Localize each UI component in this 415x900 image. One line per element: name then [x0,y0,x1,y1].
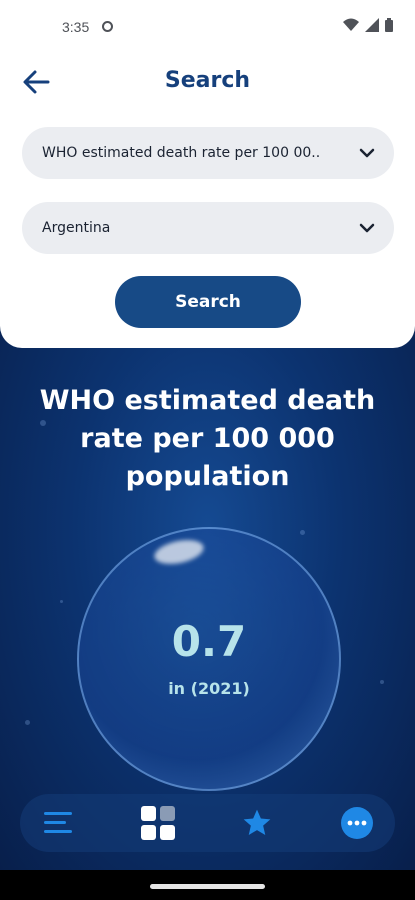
status-bar: 3:35 [0,0,415,56]
indicator-select[interactable]: WHO estimated death rate per 100 00.. [22,127,394,179]
result-bubble: 0.7 in (2021) [77,527,341,791]
country-select[interactable]: Argentina [22,202,394,254]
menu-icon [44,812,72,833]
page-title: Search [164,68,251,93]
nav-more[interactable] [327,794,387,852]
result-year: in (2021) [168,679,250,698]
battery-icon [385,18,393,32]
bubble-shine [152,536,206,568]
bubble-particle [60,600,63,603]
nav-favorites[interactable] [227,794,287,852]
country-select-value: Argentina [42,220,111,236]
bottom-nav [20,794,395,852]
bubble-particle [25,720,30,725]
system-nav-bar [0,870,415,900]
search-button[interactable]: Search [115,276,301,328]
nav-menu[interactable] [30,794,90,852]
chevron-down-icon [359,223,375,233]
result-title: WHO estimated death rate per 100 000 pop… [39,385,376,492]
home-indicator[interactable] [150,884,265,889]
star-icon [243,809,271,835]
app-header: Search [0,60,415,104]
signal-icon [365,18,379,32]
chevron-down-icon [359,148,375,158]
search-panel: 3:35 Search WHO estimated death rate per… [0,0,415,348]
more-icon [341,807,373,839]
indicator-select-value: WHO estimated death rate per 100 00.. [42,145,321,161]
status-notification-icon [102,21,113,32]
bubble-particle [300,530,305,535]
status-icons [343,18,393,32]
nav-grid[interactable] [128,794,188,852]
status-time: 3:35 [62,19,90,35]
result-value: 0.7 [171,617,247,666]
bubble-particle [380,680,384,684]
grid-icon [141,806,175,840]
wifi-icon [343,18,359,31]
